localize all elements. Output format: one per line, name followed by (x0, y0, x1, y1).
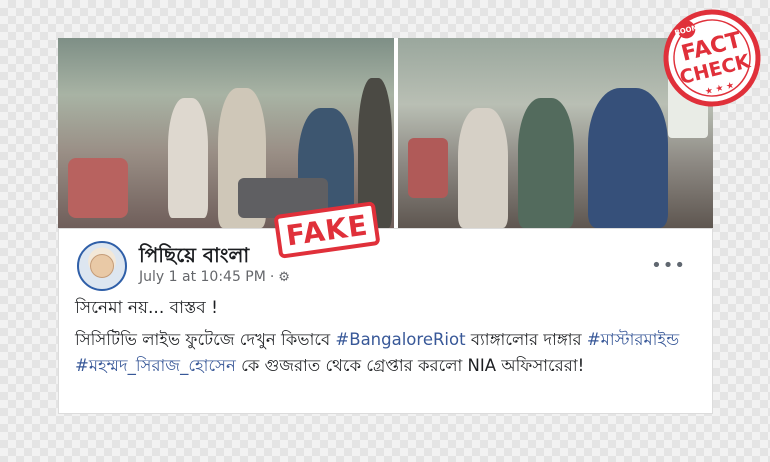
hashtag-mastermind[interactable]: #মাস্টারমাইন্ড (587, 330, 679, 349)
gear-icon[interactable]: ⚙ (278, 270, 290, 285)
body-text-1: সিসিটিভি লাইভ ফুটেজে দেখুন কিভাবে (75, 330, 336, 349)
body-text-2: ব্যাঙ্গালোর দাঙ্গার (465, 330, 587, 349)
post-meta: July 1 at 10:45 PM · ⚙ (139, 269, 290, 285)
hashtag-bangaloreriot[interactable]: #BangaloreRiot (335, 330, 465, 349)
hashtag-name[interactable]: #মহম্মদ_সিরাজ_হোসেন (75, 356, 236, 375)
meta-dot: · (269, 269, 275, 285)
post-body: সিসিটিভি লাইভ ফুটেজে দেখুন কিভাবে #Banga… (75, 327, 700, 379)
post-date[interactable]: July 1 at 10:45 PM (139, 269, 266, 285)
fact-check-logo: BOOM FACT CHECK ★ ★ ★ (663, 9, 761, 107)
more-icon[interactable]: ••• (651, 255, 686, 276)
avatar-face (90, 254, 114, 278)
post-headline: সিনেমা নয়... বাস্তব ! (75, 298, 218, 318)
facebook-post-card: পিছিয়ে বাংলা July 1 at 10:45 PM · ⚙ •••… (58, 228, 713, 414)
body-text-4: কে গুজরাত থেকে গ্রেপ্তার করলো NIA অফিসার… (235, 356, 585, 375)
cctv-photo-left (58, 38, 394, 228)
avatar[interactable] (77, 241, 127, 291)
